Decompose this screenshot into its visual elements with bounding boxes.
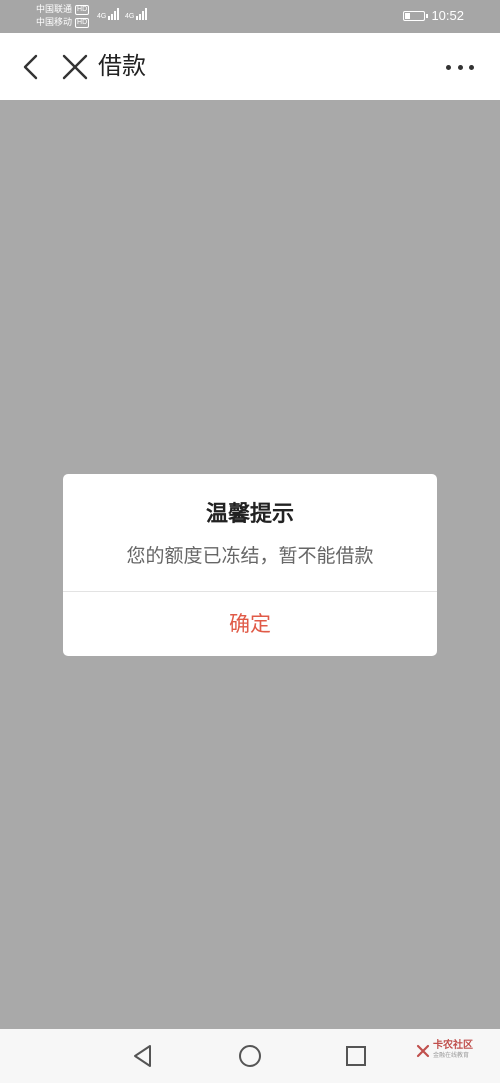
watermark-text: 卡农社区 金融在线教育 xyxy=(433,1041,473,1061)
signal-bars-1 xyxy=(108,8,120,20)
close-icon[interactable] xyxy=(61,53,89,81)
carrier-info: 中国联通 HD 中国移动 HD xyxy=(36,3,90,29)
watermark-main: 卡农社区 xyxy=(433,1040,473,1051)
carrier-row-1: 中国联通 HD xyxy=(36,3,90,16)
signal-icon-1: 4G xyxy=(97,8,120,20)
status-right: 10:52 xyxy=(403,8,464,23)
title-bar: 借款 xyxy=(0,33,500,100)
square-recent-icon[interactable] xyxy=(342,1042,370,1070)
hd-badge-2: HD xyxy=(75,17,90,28)
dialog-message: 您的额度已冻结，暂不能借款 xyxy=(126,545,374,567)
triangle-back-icon[interactable] xyxy=(129,1042,157,1070)
status-bar: 中国联通 HD 中国移动 HD 4G 4G 10:52 xyxy=(0,0,500,33)
carrier-name-2: 中国移动 xyxy=(36,17,73,27)
system-nav-bar: 卡农社区 金融在线教育 xyxy=(0,1029,500,1083)
more-dot xyxy=(446,64,451,70)
more-dot xyxy=(469,64,474,70)
watermark: 卡农社区 金融在线教育 xyxy=(416,1041,473,1061)
carrier-name-1: 中国联通 xyxy=(36,4,73,14)
battery-level xyxy=(405,12,411,19)
chevron-left-icon[interactable] xyxy=(18,53,46,81)
clock: 10:52 xyxy=(431,8,464,23)
more-horizontal-icon[interactable] xyxy=(446,63,474,71)
watermark-logo-icon xyxy=(416,1044,430,1058)
alert-dialog: 温馨提示 您的额度已冻结，暂不能借款 确定 xyxy=(63,474,437,656)
carrier-row-2: 中国移动 HD xyxy=(36,16,90,29)
signal-bars-2 xyxy=(136,8,148,20)
confirm-button[interactable]: 确定 xyxy=(63,592,437,656)
more-dot xyxy=(457,64,463,70)
hd-badge-1: HD xyxy=(75,4,90,15)
network-type-2: 4G xyxy=(125,13,135,20)
circle-home-icon[interactable] xyxy=(236,1042,264,1070)
dialog-title: 温馨提示 xyxy=(205,502,294,527)
signal-icon-2: 4G xyxy=(125,8,148,20)
battery-icon xyxy=(403,10,429,21)
watermark-sub: 金融在线教育 xyxy=(433,1052,470,1059)
page-title: 借款 xyxy=(98,52,146,80)
network-type-1: 4G xyxy=(97,13,107,20)
